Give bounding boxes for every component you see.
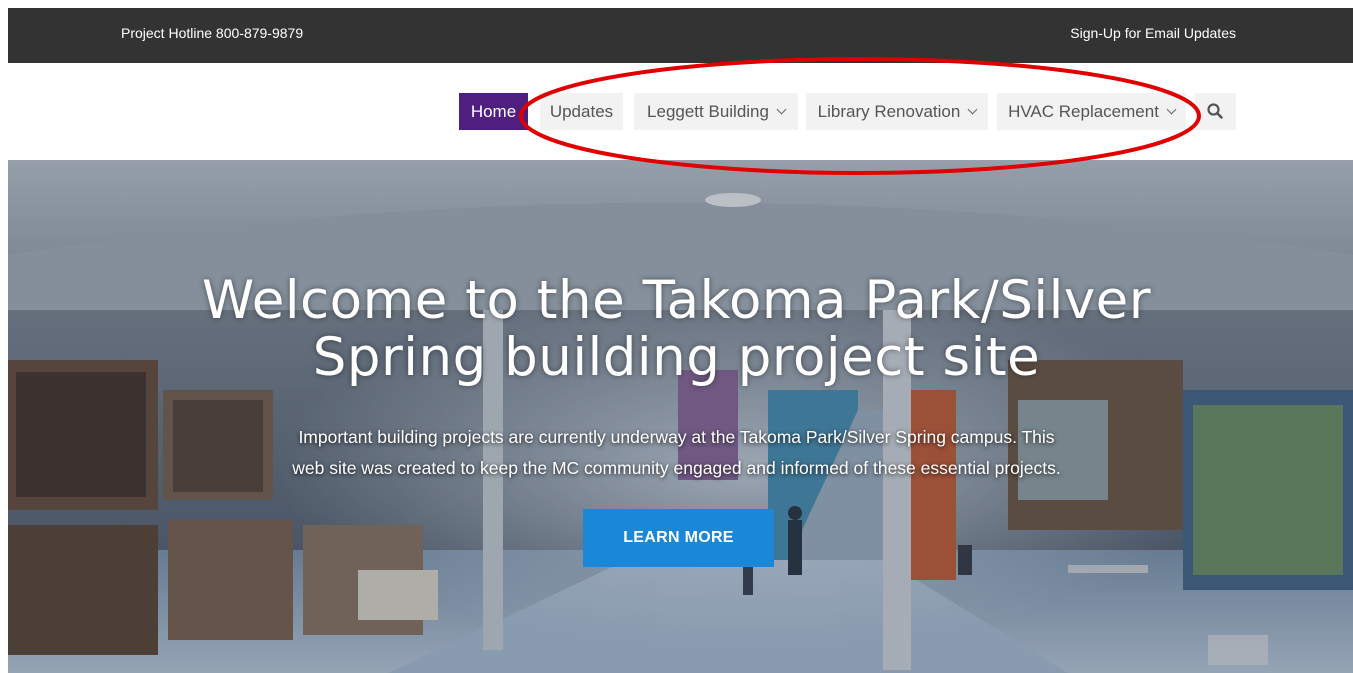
hero-description-line: web site was created to keep the MC comm… bbox=[292, 458, 1061, 478]
chevron-down-icon bbox=[967, 104, 978, 115]
nav-item-leggett-building[interactable]: Leggett Building bbox=[634, 93, 798, 130]
nav-item-label: Home bbox=[470, 102, 517, 121]
learn-more-button[interactable]: LEARN MORE bbox=[583, 509, 774, 567]
top-utility-bar: Project Hotline 800-879-9879 Sign-Up for… bbox=[8, 8, 1353, 63]
nav-item-label: Library Renovation bbox=[817, 102, 961, 121]
hero-title: Welcome to the Takoma Park/Silver Spring… bbox=[8, 272, 1353, 386]
project-hotline: Project Hotline 800-879-9879 bbox=[121, 25, 304, 41]
nav-item-updates[interactable]: Updates bbox=[540, 93, 623, 130]
nav-item-label: Updates bbox=[549, 102, 614, 121]
hero-title-line: Spring building project site bbox=[312, 327, 1041, 388]
hero-description: Important building projects are currentl… bbox=[8, 422, 1353, 484]
hero-overlay bbox=[8, 160, 1353, 673]
hero-description-line: Important building projects are currentl… bbox=[298, 427, 1055, 447]
chevron-down-icon bbox=[1166, 104, 1177, 115]
nav-item-home[interactable]: Home bbox=[459, 93, 528, 130]
chevron-down-icon bbox=[776, 104, 787, 115]
hero-banner: Welcome to the Takoma Park/Silver Spring… bbox=[8, 160, 1353, 673]
search-icon bbox=[1207, 103, 1223, 119]
hero-title-line: Welcome to the Takoma Park/Silver bbox=[201, 270, 1152, 331]
nav-item-library-renovation[interactable]: Library Renovation bbox=[806, 93, 988, 130]
main-navigation: Home Updates Leggett Building Library Re… bbox=[0, 63, 1353, 160]
page: Project Hotline 800-879-9879 Sign-Up for… bbox=[0, 0, 1353, 673]
search-button[interactable] bbox=[1195, 93, 1236, 130]
nav-item-label: Leggett Building bbox=[647, 102, 769, 121]
nav-item-hvac-replacement[interactable]: HVAC Replacement bbox=[997, 93, 1186, 130]
email-signup-link[interactable]: Sign-Up for Email Updates bbox=[1070, 8, 1236, 58]
nav-item-label: HVAC Replacement bbox=[1008, 102, 1159, 121]
